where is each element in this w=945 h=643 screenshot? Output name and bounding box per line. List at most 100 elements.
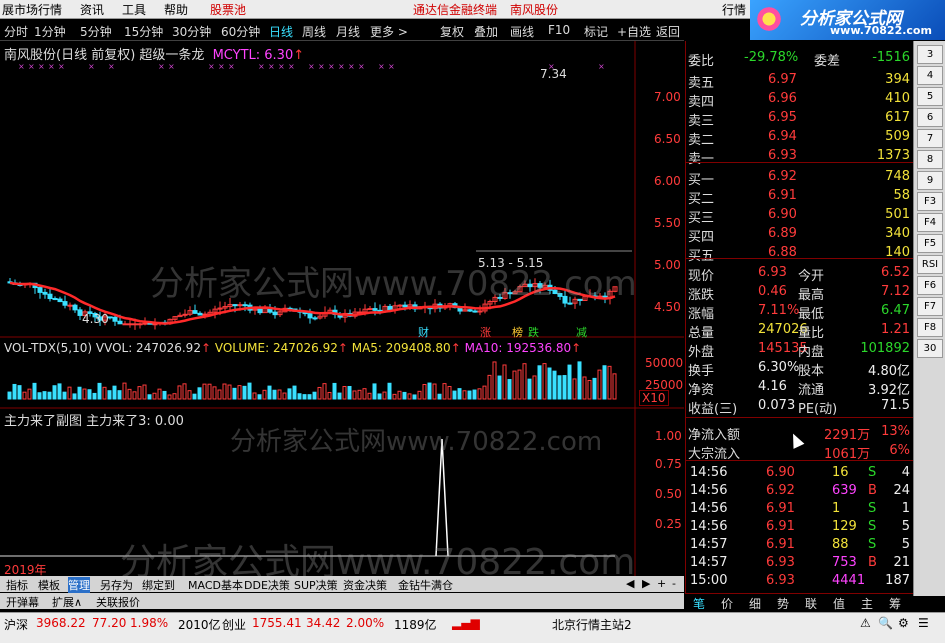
search-icon[interactable]: 🔍: [878, 616, 893, 630]
period-tab-30min[interactable]: 30分钟: [172, 23, 211, 40]
side-tool-button[interactable]: F8: [917, 318, 943, 337]
period-tab-daily[interactable]: 日线: [269, 23, 293, 40]
event-tag-fall[interactable]: 跌: [528, 324, 539, 340]
zoom-out-icon[interactable]: -: [672, 577, 676, 590]
flow-value: 2291万: [824, 428, 871, 443]
detail-tab[interactable]: 细: [749, 595, 761, 612]
side-tool-button[interactable]: 5: [917, 87, 943, 106]
draw-button[interactable]: 画线: [510, 23, 534, 40]
volume-bar: [602, 365, 607, 400]
scroll-left-icon[interactable]: ◀: [626, 577, 634, 590]
side-tool-button[interactable]: 8: [917, 150, 943, 169]
volume-bar: [237, 385, 242, 400]
menu-item-quote[interactable]: 行情: [722, 1, 746, 18]
volume-bar: [492, 361, 497, 400]
detail-tab[interactable]: 价: [721, 595, 733, 612]
side-tool-button[interactable]: 30: [917, 339, 943, 358]
candle-body: [307, 313, 313, 319]
side-tool-button[interactable]: F6: [917, 276, 943, 295]
add-favorite-button[interactable]: +自选: [617, 23, 651, 40]
menu-icon[interactable]: ☰: [918, 616, 929, 630]
menu-item-news[interactable]: 资讯: [80, 1, 104, 18]
event-tag-reduce[interactable]: 减: [576, 324, 587, 340]
event-tag-limit-up[interactable]: 涨: [480, 324, 491, 340]
tab-fund[interactable]: 资金决策: [343, 577, 387, 593]
vvol-value: VVOL: 247026.92: [95, 341, 201, 355]
tab-bind-to[interactable]: 绑定到: [142, 577, 175, 593]
tab-save-as[interactable]: 另存为: [100, 577, 133, 593]
f10-button[interactable]: F10: [548, 23, 570, 37]
detail-tab[interactable]: 主: [861, 595, 873, 612]
side-tool-button[interactable]: 9: [917, 171, 943, 190]
side-tool-button[interactable]: 4: [917, 66, 943, 85]
menu-item-tools[interactable]: 工具: [122, 1, 146, 18]
candle-body: [472, 310, 478, 313]
period-tab-60min[interactable]: 60分钟: [221, 23, 260, 40]
period-tab-more[interactable]: 更多 >: [370, 23, 408, 40]
volume-bar: [22, 391, 27, 400]
extra-tab-bar: 开弹幕 扩展∧ 关联报价: [0, 593, 684, 609]
period-tab-monthly[interactable]: 月线: [336, 23, 360, 40]
event-tag-financial[interactable]: 财: [418, 324, 429, 340]
tab-macd[interactable]: MACD基本: [188, 577, 243, 593]
side-tool-button[interactable]: 7: [917, 129, 943, 148]
overlay-button[interactable]: 叠加: [474, 23, 498, 40]
side-tool-button[interactable]: 6: [917, 108, 943, 127]
candle-body: [272, 311, 278, 316]
volume-bar: [347, 385, 352, 400]
candle-body: [467, 309, 473, 312]
panel-divider: [686, 258, 914, 259]
chart-area[interactable]: × × × × × × × × × × × × × × × × × × × × × × × × × × 南风股份(日线 前复权) …: [0, 41, 684, 583]
menu-item-watchlist[interactable]: 股票池: [210, 1, 246, 18]
side-tool-button[interactable]: F3: [917, 192, 943, 211]
tab-sup[interactable]: SUP决策: [294, 577, 338, 593]
adjust-button[interactable]: 复权: [440, 23, 464, 40]
period-tab-5min[interactable]: 5分钟: [80, 23, 112, 40]
period-tab-weekly[interactable]: 周线: [302, 23, 326, 40]
menu-item-market[interactable]: 展市场行情: [2, 1, 62, 18]
event-tag-billboard[interactable]: 榜: [512, 324, 523, 340]
tab-template[interactable]: 模板: [38, 577, 60, 593]
cy-index-pct: 2.00%: [346, 616, 385, 630]
period-tab-15min[interactable]: 15分钟: [124, 23, 163, 40]
related-quote-button[interactable]: 关联报价: [96, 594, 140, 610]
kline-chart-svg[interactable]: × × × × × × × × × × × × × × × × × × × × × × × × × ×: [0, 41, 684, 576]
trade-time: 14:56: [690, 483, 728, 498]
detail-tab[interactable]: 笔: [693, 595, 705, 612]
tab-gold[interactable]: 金钻牛满仓: [398, 577, 453, 593]
logo-url: www.70822.com: [830, 24, 932, 37]
side-tool-button[interactable]: F5: [917, 234, 943, 253]
cy-index-amount: 1189亿: [394, 618, 437, 632]
scroll-right-icon[interactable]: ▶: [642, 577, 650, 590]
side-tool-button[interactable]: RSI: [917, 255, 943, 274]
side-tool-button[interactable]: F7: [917, 297, 943, 316]
settings-icon[interactable]: ⚙: [898, 616, 909, 630]
tab-dde[interactable]: DDE决策: [244, 577, 290, 593]
side-tool-button[interactable]: F4: [917, 213, 943, 232]
side-tool-button[interactable]: 3: [917, 45, 943, 64]
trade-row: 15:00 6.93 4441 187: [686, 572, 914, 590]
period-tab-intraday[interactable]: 分时: [4, 23, 28, 40]
signal-dot: ×: [268, 62, 275, 71]
detail-tab[interactable]: 势: [777, 595, 789, 612]
zoom-in-icon[interactable]: +: [657, 577, 666, 590]
quote-label: 量比: [798, 326, 825, 341]
back-button[interactable]: 返回: [656, 23, 680, 40]
danmaku-toggle[interactable]: 开弹幕: [6, 594, 39, 610]
quote-label: 最低: [798, 307, 825, 322]
period-tab-1min[interactable]: 1分钟: [34, 23, 66, 40]
tab-manage[interactable]: 管理: [68, 577, 90, 593]
volume-bar: [37, 392, 42, 400]
tab-indicator[interactable]: 指标: [6, 577, 28, 593]
detail-tab[interactable]: 值: [833, 595, 845, 612]
menu-item-help[interactable]: 帮助: [164, 1, 188, 18]
mark-button[interactable]: 标记: [584, 23, 608, 40]
volume-bar: [587, 379, 592, 400]
detail-tab[interactable]: 联: [805, 595, 817, 612]
detail-tab[interactable]: 筹: [889, 595, 901, 612]
expand-button[interactable]: 扩展∧: [52, 594, 82, 610]
signal-dot: ×: [228, 62, 235, 71]
price-axis-label: 5.50: [654, 216, 681, 230]
volume-bar: [177, 385, 182, 400]
alert-icon[interactable]: ⚠: [860, 616, 871, 630]
